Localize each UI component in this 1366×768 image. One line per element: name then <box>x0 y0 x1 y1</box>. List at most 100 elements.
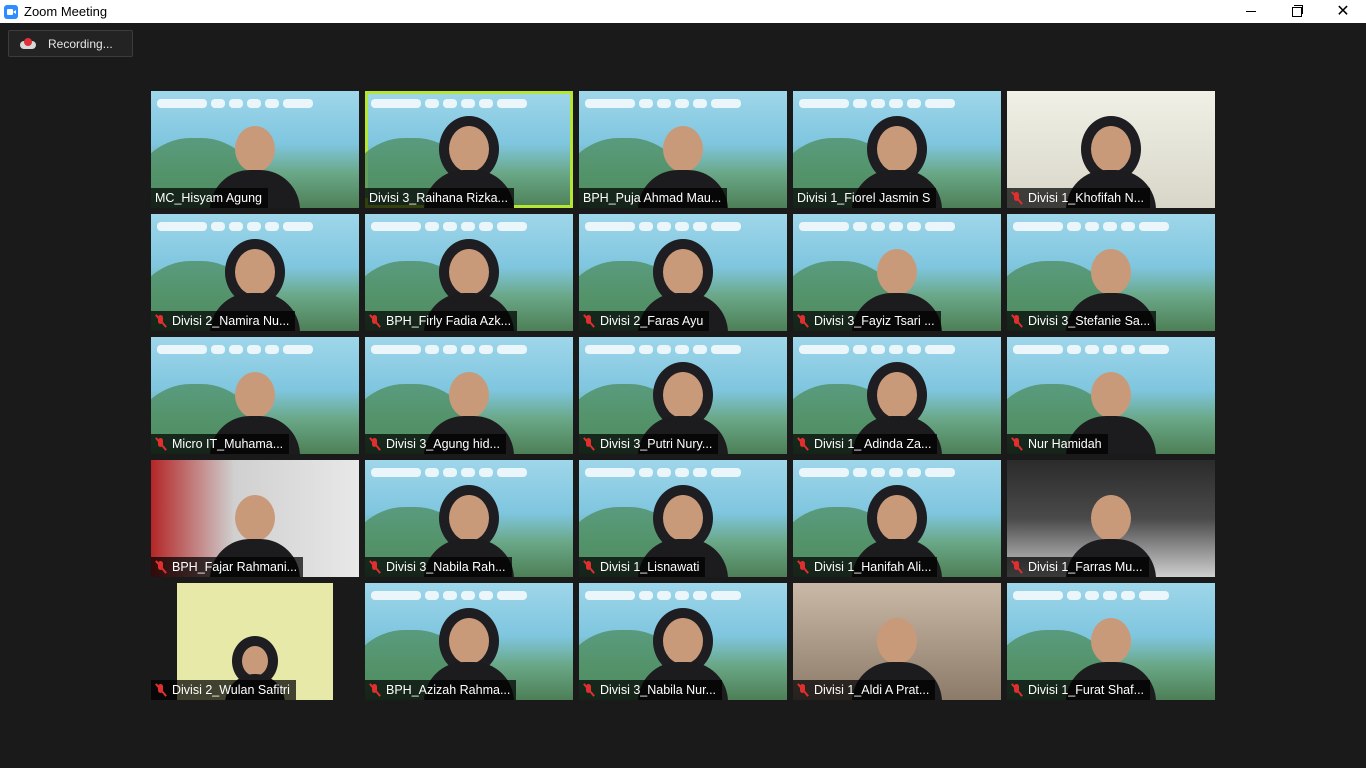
participant-video-tile[interactable]: Divisi 1_Furat Shaf... <box>1007 583 1215 700</box>
participant-video-tile[interactable]: Divisi 3_Stefanie Sa... <box>1007 214 1215 331</box>
participant-video-tile[interactable]: Divisi 2_Wulan Safitri <box>151 583 359 700</box>
minimize-icon <box>1246 11 1256 12</box>
participant-name: Divisi 1_Hanifah Ali... <box>814 560 932 574</box>
mic-muted-icon <box>1011 314 1023 328</box>
participant-name-label: Divisi 1_ Adinda Za... <box>793 434 938 454</box>
participant-name-label: Divisi 3_Nabila Rah... <box>365 557 512 577</box>
participant-video-tile[interactable]: Divisi 2_Namira Nu... <box>151 214 359 331</box>
participant-name-label: Divisi 1_Fiorel Jasmin S <box>793 188 937 208</box>
participant-name-label: Micro IT_Muhama... <box>151 434 290 454</box>
participant-name: BPH_Azizah Rahma... <box>386 683 511 697</box>
participant-name-label: Divisi 1_Aldi A Prat... <box>793 680 936 700</box>
participant-name: Divisi 3_Raihana Rizka... <box>369 191 508 205</box>
mic-muted-icon <box>369 314 381 328</box>
participant-video-tile[interactable]: Divisi 3_Agung hid... <box>365 337 573 454</box>
participant-name-label: Divisi 3_Fayiz Tsari ... <box>793 311 941 331</box>
participant-name: BPH_Fajar Rahmani... <box>172 560 298 574</box>
participant-name-label: Divisi 3_Nabila Nur... <box>579 680 723 700</box>
participant-video-tile[interactable]: Divisi 3_Putri Nury... <box>579 337 787 454</box>
participant-video-tile[interactable]: Divisi 1_ Adinda Za... <box>793 337 1001 454</box>
close-button[interactable]: ✕ <box>1320 0 1366 23</box>
participant-video-tile[interactable]: Divisi 1_Hanifah Ali... <box>793 460 1001 577</box>
participant-name-label: MC_Hisyam Agung <box>151 188 268 208</box>
participant-name: MC_Hisyam Agung <box>155 191 262 205</box>
participant-video-tile[interactable]: Divisi 3_Nabila Rah... <box>365 460 573 577</box>
background-logos <box>371 342 567 356</box>
participant-video-tile[interactable]: BPH_Azizah Rahma... <box>365 583 573 700</box>
participant-name: Nur Hamidah <box>1028 437 1102 451</box>
minimize-button[interactable] <box>1228 0 1274 23</box>
mic-muted-icon <box>1011 683 1023 697</box>
participant-video-tile[interactable]: Divisi 1_Khofifah N... <box>1007 91 1215 208</box>
window-title: Zoom Meeting <box>24 4 108 19</box>
gallery-view: MC_Hisyam Agung Divisi 3_Raihana Rizka...… <box>151 91 1215 700</box>
maximize-button[interactable] <box>1274 0 1320 23</box>
participant-name-label: Divisi 3_Raihana Rizka... <box>365 188 514 208</box>
participant-name: BPH_Firly Fadia Azk... <box>386 314 512 328</box>
participant-name-label: Divisi 2_Wulan Safitri <box>151 680 296 700</box>
participant-name-label: BPH_Fajar Rahmani... <box>151 557 304 577</box>
participant-video-tile[interactable]: BPH_Puja Ahmad Mau... <box>579 91 787 208</box>
background-logos <box>1013 219 1209 233</box>
participant-name-label: Divisi 1_Lisnawati <box>579 557 706 577</box>
zoom-app-icon <box>4 4 18 19</box>
participant-video-tile[interactable]: BPH_Fajar Rahmani... <box>151 460 359 577</box>
mic-muted-icon <box>797 683 809 697</box>
recording-cloud-icon <box>20 37 36 50</box>
background-logos <box>585 465 781 479</box>
participant-name: Micro IT_Muhama... <box>172 437 284 451</box>
participant-name: Divisi 3_Nabila Nur... <box>600 683 717 697</box>
mic-muted-icon <box>155 560 167 574</box>
recording-label: Recording... <box>48 36 113 51</box>
participant-name-label: Divisi 2_Faras Ayu <box>579 311 710 331</box>
mic-muted-icon <box>797 437 809 451</box>
background-logos <box>799 465 995 479</box>
mic-muted-icon <box>369 437 381 451</box>
participant-name-label: BPH_Puja Ahmad Mau... <box>579 188 728 208</box>
participant-video-tile[interactable]: Micro IT_Muhama... <box>151 337 359 454</box>
participant-name: Divisi 2_Faras Ayu <box>600 314 704 328</box>
participant-video-tile[interactable]: MC_Hisyam Agung <box>151 91 359 208</box>
participant-name-label: Nur Hamidah <box>1007 434 1108 454</box>
participant-video-tile[interactable]: Nur Hamidah <box>1007 337 1215 454</box>
background-logos <box>1013 342 1209 356</box>
participant-name: Divisi 1_Fiorel Jasmin S <box>797 191 931 205</box>
mic-muted-icon <box>583 314 595 328</box>
participant-video-tile[interactable]: Divisi 2_Faras Ayu <box>579 214 787 331</box>
mic-muted-icon <box>155 314 167 328</box>
participant-name: Divisi 1_Lisnawati <box>600 560 700 574</box>
participant-name: Divisi 2_Wulan Safitri <box>172 683 290 697</box>
participant-name-label: BPH_Azizah Rahma... <box>365 680 517 700</box>
recording-indicator[interactable]: Recording... <box>8 30 133 57</box>
background-logos <box>585 219 781 233</box>
participant-video-tile[interactable]: Divisi 1_Lisnawati <box>579 460 787 577</box>
mic-muted-icon <box>155 437 167 451</box>
participant-video-tile[interactable]: Divisi 3_Raihana Rizka... <box>365 91 573 208</box>
participant-name: Divisi 3_Putri Nury... <box>600 437 713 451</box>
background-logos <box>799 219 995 233</box>
participant-name-label: Divisi 1_Hanifah Ali... <box>793 557 938 577</box>
mic-muted-icon <box>369 560 381 574</box>
background-logos <box>1013 588 1209 602</box>
participant-name-label: Divisi 1_Khofifah N... <box>1007 188 1151 208</box>
participant-video-tile[interactable]: Divisi 1_Farras Mu... <box>1007 460 1215 577</box>
participant-video-tile[interactable]: Divisi 1_Aldi A Prat... <box>793 583 1001 700</box>
participant-video-tile[interactable]: Divisi 1_Fiorel Jasmin S <box>793 91 1001 208</box>
participant-name: Divisi 3_Agung hid... <box>386 437 500 451</box>
participant-video-tile[interactable]: BPH_Firly Fadia Azk... <box>365 214 573 331</box>
participant-name-label: Divisi 3_Agung hid... <box>365 434 506 454</box>
participant-video-tile[interactable]: Divisi 3_Fayiz Tsari ... <box>793 214 1001 331</box>
participant-video-tile[interactable]: Divisi 3_Nabila Nur... <box>579 583 787 700</box>
participant-name: Divisi 1_Khofifah N... <box>1028 191 1145 205</box>
mic-muted-icon <box>1011 437 1023 451</box>
mic-muted-icon <box>583 683 595 697</box>
participant-name-label: BPH_Firly Fadia Azk... <box>365 311 518 331</box>
participant-name: Divisi 1_ Adinda Za... <box>814 437 932 451</box>
mic-muted-icon <box>1011 560 1023 574</box>
background-logos <box>157 96 353 110</box>
mic-muted-icon <box>797 560 809 574</box>
mic-muted-icon <box>1011 191 1023 205</box>
participant-name: BPH_Puja Ahmad Mau... <box>583 191 722 205</box>
participant-name: Divisi 2_Namira Nu... <box>172 314 290 328</box>
background-logos <box>371 465 567 479</box>
